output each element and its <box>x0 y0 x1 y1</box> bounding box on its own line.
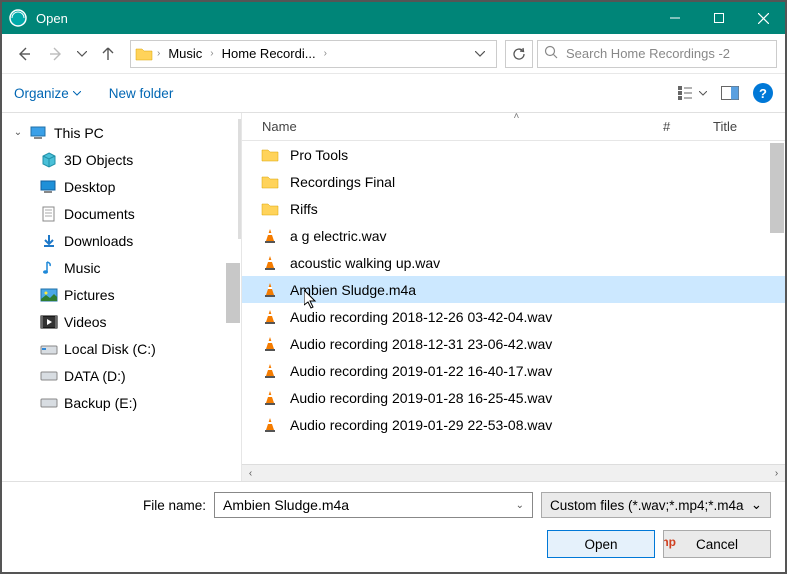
organize-menu[interactable]: Organize <box>14 86 81 101</box>
app-icon <box>8 8 28 28</box>
chevron-down-icon[interactable]: ⌄ <box>751 497 762 513</box>
computer-icon <box>29 124 49 142</box>
filename-label: File name: <box>16 498 206 513</box>
forward-button[interactable] <box>42 40 70 68</box>
disk-icon <box>39 340 59 358</box>
search-input[interactable]: Search Home Recordings -2 <box>537 40 777 68</box>
column-name[interactable]: Name <box>262 119 663 134</box>
cancel-button[interactable]: Cancelphp <box>663 530 771 558</box>
breadcrumb[interactable]: › Music › Home Recordi... › <box>130 40 497 68</box>
collapse-icon[interactable]: ⌄ <box>12 127 24 138</box>
file-view: ˄ Name # Title Pro Tools Recordings Fina… <box>242 113 785 481</box>
drive-icon <box>39 394 59 412</box>
drive-icon <box>39 367 59 385</box>
list-item[interactable]: Audio recording 2019-01-29 22-53-08.wav <box>242 411 785 438</box>
filelist-scrollbar-thumb[interactable] <box>770 143 784 233</box>
list-item-selected[interactable]: Ambien Sludge.m4a <box>242 276 785 303</box>
music-icon <box>39 259 59 277</box>
recent-dropdown[interactable] <box>74 40 90 68</box>
list-item[interactable]: Riffs <box>242 195 785 222</box>
toolbar: Organize New folder ? <box>2 74 785 112</box>
preview-pane-button[interactable] <box>721 86 739 100</box>
search-icon <box>544 45 558 62</box>
new-folder-button[interactable]: New folder <box>109 86 174 101</box>
folder-icon <box>260 145 280 165</box>
folder-icon <box>260 172 280 192</box>
vlc-icon <box>260 415 280 435</box>
vlc-icon <box>260 253 280 273</box>
scroll-right-icon[interactable]: › <box>768 468 785 479</box>
column-number[interactable]: # <box>663 119 713 134</box>
vlc-icon <box>260 361 280 381</box>
content-area: ⌄This PC 3D Objects Desktop Documents Do… <box>2 112 785 482</box>
refresh-button[interactable] <box>505 40 533 68</box>
search-placeholder: Search Home Recordings -2 <box>566 46 730 61</box>
up-button[interactable] <box>94 40 122 68</box>
open-button[interactable]: Open <box>547 530 655 558</box>
filename-input[interactable]: Ambien Sludge.m4a ⌄ <box>214 492 533 518</box>
filetype-dropdown[interactable]: Custom files (*.wav;*.mp4;*.m4a ⌄ <box>541 492 771 518</box>
tree-3d-objects[interactable]: 3D Objects <box>2 146 241 173</box>
list-item[interactable]: acoustic walking up.wav <box>242 249 785 276</box>
navbar: › Music › Home Recordi... › Search Home … <box>2 34 785 74</box>
column-title[interactable]: Title <box>713 119 773 134</box>
list-item[interactable]: Pro Tools <box>242 141 785 168</box>
vlc-icon <box>260 307 280 327</box>
navigation-pane[interactable]: ⌄This PC 3D Objects Desktop Documents Do… <box>2 113 242 481</box>
desktop-icon <box>39 178 59 196</box>
tree-backup-e[interactable]: Backup (E:) <box>2 389 241 416</box>
folder-icon <box>260 199 280 219</box>
tree-this-pc[interactable]: ⌄This PC <box>2 119 241 146</box>
vlc-icon <box>260 280 280 300</box>
sort-indicator-icon: ˄ <box>514 111 520 122</box>
file-list[interactable]: Pro Tools Recordings Final Riffs a g ele… <box>242 141 785 464</box>
tree-videos[interactable]: Videos <box>2 308 241 335</box>
list-item[interactable]: Audio recording 2018-12-31 23-06-42.wav <box>242 330 785 357</box>
tree-downloads[interactable]: Downloads <box>2 227 241 254</box>
horizontal-scrollbar[interactable]: ‹ › <box>242 464 785 481</box>
help-button[interactable]: ? <box>753 83 773 103</box>
documents-icon <box>39 205 59 223</box>
scroll-left-icon[interactable]: ‹ <box>242 468 259 479</box>
open-dialog: Open › Music › Home Recordi... › Search … <box>0 0 787 574</box>
minimize-button[interactable] <box>653 2 697 34</box>
vlc-icon <box>260 388 280 408</box>
window-title: Open <box>36 11 653 26</box>
tree-local-disk-c[interactable]: Local Disk (C:) <box>2 335 241 362</box>
breadcrumb-home-recordings[interactable]: Home Recordi... <box>218 46 320 61</box>
tree-desktop[interactable]: Desktop <box>2 173 241 200</box>
chevron-right-icon[interactable]: › <box>157 48 160 59</box>
watermark: php <box>663 535 676 549</box>
list-item[interactable]: Audio recording 2019-01-28 16-25-45.wav <box>242 384 785 411</box>
tree-music[interactable]: Music <box>2 254 241 281</box>
folder-icon <box>135 45 153 63</box>
chevron-right-icon[interactable]: › <box>210 48 213 59</box>
breadcrumb-music[interactable]: Music <box>164 46 206 61</box>
close-button[interactable] <box>741 2 785 34</box>
chevron-down-icon[interactable]: ⌄ <box>516 500 524 511</box>
column-header[interactable]: ˄ Name # Title <box>242 113 785 141</box>
list-item[interactable]: a g electric.wav <box>242 222 785 249</box>
view-options-button[interactable] <box>678 86 707 100</box>
maximize-button[interactable] <box>697 2 741 34</box>
vlc-icon <box>260 226 280 246</box>
back-button[interactable] <box>10 40 38 68</box>
list-item[interactable]: Audio recording 2019-01-22 16-40-17.wav <box>242 357 785 384</box>
videos-icon <box>39 313 59 331</box>
pictures-icon <box>39 286 59 304</box>
list-item[interactable]: Recordings Final <box>242 168 785 195</box>
tree-data-d[interactable]: DATA (D:) <box>2 362 241 389</box>
sidebar-scrollbar-thumb[interactable] <box>226 263 240 323</box>
vlc-icon <box>260 334 280 354</box>
titlebar: Open <box>2 2 785 34</box>
list-item[interactable]: Audio recording 2018-12-26 03-42-04.wav <box>242 303 785 330</box>
bottom-panel: File name: Ambien Sludge.m4a ⌄ Custom fi… <box>2 482 785 572</box>
tree-documents[interactable]: Documents <box>2 200 241 227</box>
downloads-icon <box>39 232 59 250</box>
tree-pictures[interactable]: Pictures <box>2 281 241 308</box>
chevron-right-icon[interactable]: › <box>324 48 327 59</box>
3d-icon <box>39 151 59 169</box>
breadcrumb-dropdown[interactable] <box>468 51 492 57</box>
